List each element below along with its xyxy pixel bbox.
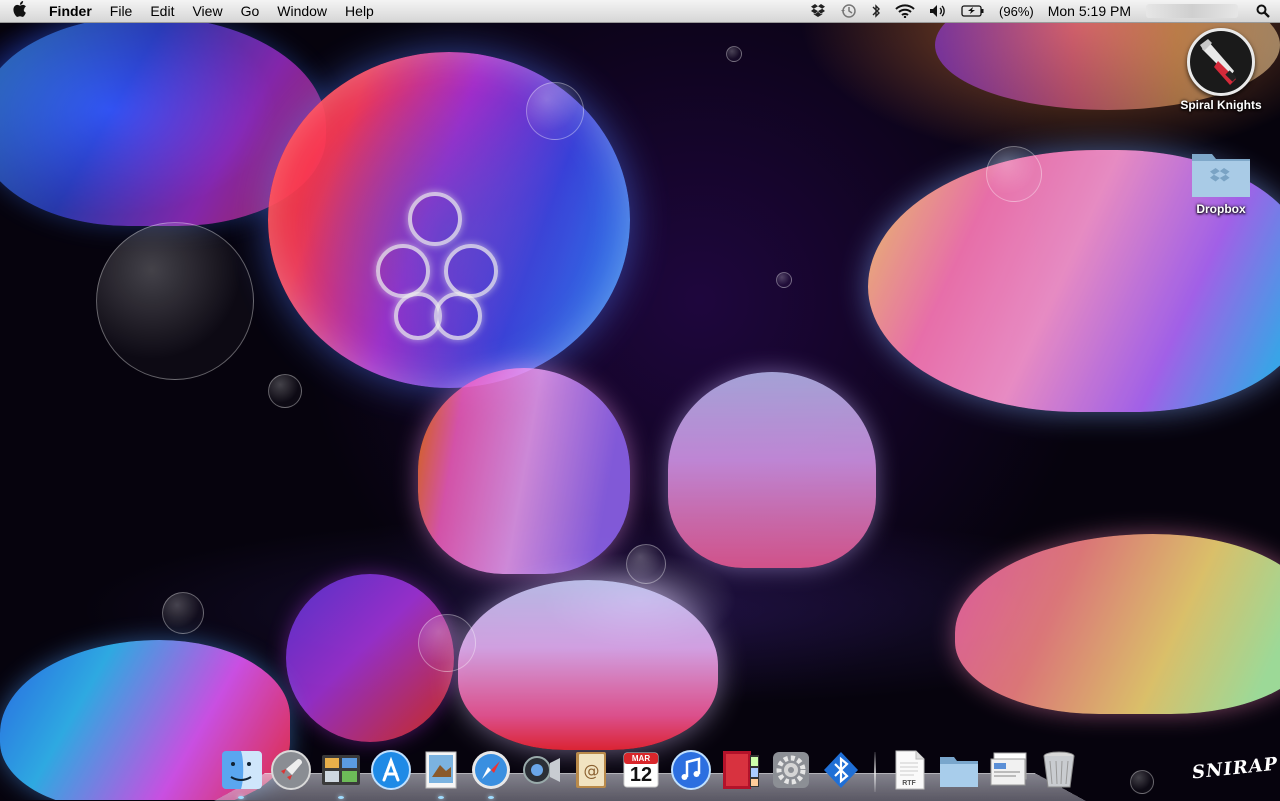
wallpaper-bubble xyxy=(776,272,792,288)
dock-address-book[interactable]: @ xyxy=(569,748,613,792)
menu-app-name[interactable]: Finder xyxy=(40,0,101,22)
wallpaper-bubble xyxy=(726,46,742,62)
dock-system-preferences[interactable] xyxy=(769,748,813,792)
wallpaper-bubble xyxy=(526,82,584,140)
wallpaper-bubble xyxy=(626,544,666,584)
dock-facetime[interactable] xyxy=(519,748,563,792)
wallpaper-jellyfish xyxy=(458,580,718,750)
wallpaper-bubble xyxy=(1130,770,1154,794)
menu-help[interactable]: Help xyxy=(336,0,383,22)
wallpaper-bubble xyxy=(986,146,1042,202)
dock-preview[interactable] xyxy=(419,748,463,799)
dock-finder[interactable] xyxy=(219,748,263,799)
photo-booth-icon xyxy=(723,751,759,789)
menu-extras: (96%) Mon 5:19 PM xyxy=(804,3,1280,19)
rtf-label: RTF xyxy=(902,780,916,787)
dropbox-folder-icon xyxy=(1190,148,1252,200)
launchpad-rocket-icon xyxy=(271,750,311,790)
app-store-icon xyxy=(371,750,411,790)
running-indicator xyxy=(488,796,494,799)
dock-separator xyxy=(874,752,876,792)
screenshots-stack-icon xyxy=(990,752,1027,786)
running-indicator xyxy=(238,796,244,799)
dock-ical[interactable]: MAR 12 xyxy=(619,748,663,792)
battery-percent: (96%) xyxy=(999,3,1034,19)
menu-edit[interactable]: Edit xyxy=(141,0,183,22)
safari-compass-icon xyxy=(472,751,510,789)
running-indicator xyxy=(438,796,444,799)
dock-app-store[interactable] xyxy=(369,748,413,792)
ical-month: MAR xyxy=(631,754,651,763)
finder-icon xyxy=(222,751,262,789)
desktop-icon-dropbox[interactable]: Dropbox xyxy=(1166,148,1276,218)
dock: @ MAR 12 RTF xyxy=(214,738,1086,799)
running-indicator xyxy=(338,796,344,799)
menu-go[interactable]: Go xyxy=(232,0,269,22)
dock-trash[interactable] xyxy=(1037,748,1081,792)
bluetooth-exchange-icon xyxy=(824,752,858,788)
itunes-note-icon xyxy=(671,750,711,790)
wallpaper-bubble xyxy=(162,592,204,634)
dock-launchpad[interactable] xyxy=(269,748,313,792)
dock-photo-booth[interactable] xyxy=(719,748,763,792)
wifi-icon[interactable] xyxy=(888,4,922,18)
spotlight-search-icon[interactable] xyxy=(1246,4,1280,18)
menu-bar: Finder File Edit View Go Window Help (96… xyxy=(0,0,1280,23)
ical-day: 12 xyxy=(629,764,653,786)
dock-folder[interactable] xyxy=(937,748,981,792)
wallpaper-bubble xyxy=(96,222,254,380)
desktop-icon-label: Spiral Knights xyxy=(1180,98,1262,112)
wallpaper-bubble xyxy=(268,374,302,408)
wallpaper-jellyfish xyxy=(668,372,876,568)
dock-bluetooth-exchange[interactable] xyxy=(819,748,863,792)
apple-menu-icon[interactable] xyxy=(0,0,40,22)
bluetooth-icon[interactable] xyxy=(864,3,888,19)
wallpaper-bubble xyxy=(418,614,476,672)
dock-safari[interactable] xyxy=(469,748,513,799)
preview-eagle-icon xyxy=(425,751,457,789)
wallpaper-jellyfish xyxy=(955,534,1280,714)
system-preferences-gear-icon xyxy=(773,752,809,788)
dock-screenshots-stack[interactable] xyxy=(987,748,1031,792)
menu-window[interactable]: Window xyxy=(268,0,336,22)
dropbox-status-icon[interactable] xyxy=(804,4,834,18)
folder-icon xyxy=(940,757,978,787)
volume-icon[interactable] xyxy=(922,4,954,18)
dock-photo-browser[interactable] xyxy=(319,748,363,799)
address-book-icon: @ xyxy=(576,752,606,788)
facetime-camera-icon xyxy=(523,756,560,784)
user-name-redacted[interactable] xyxy=(1146,4,1238,18)
wallpaper-jellyfish xyxy=(418,368,630,574)
dock-rtf-document[interactable]: RTF xyxy=(887,748,931,792)
dock-itunes[interactable] xyxy=(669,748,713,792)
desktop-wallpaper xyxy=(0,0,1280,800)
photo-browser-icon xyxy=(322,755,360,785)
spiral-knights-app-icon xyxy=(1187,28,1255,96)
trash-icon xyxy=(1043,751,1075,788)
battery-icon[interactable] xyxy=(954,4,992,18)
time-machine-icon[interactable] xyxy=(834,3,864,19)
desktop-icon-label: Dropbox xyxy=(1196,202,1246,216)
menu-clock[interactable]: Mon 5:19 PM xyxy=(1041,3,1138,19)
menu-file[interactable]: File xyxy=(101,0,142,22)
desktop-icon-spiral-knights[interactable]: Spiral Knights xyxy=(1166,28,1276,114)
menu-view[interactable]: View xyxy=(183,0,231,22)
svg-text:@: @ xyxy=(584,761,600,780)
